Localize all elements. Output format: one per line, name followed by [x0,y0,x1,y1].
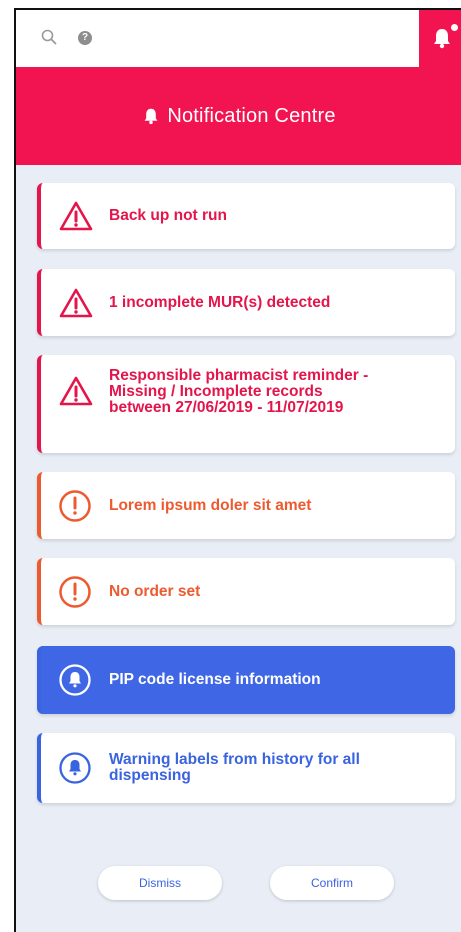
top-bar: ? [16,10,461,67]
dismiss-button[interactable]: Dismiss [98,866,222,900]
confirm-button[interactable]: Confirm [270,866,394,900]
page-title: Notification Centre [167,104,336,127]
bell-circle-icon [59,752,91,784]
warning-triangle-icon [59,201,93,231]
warning-triangle-icon [59,288,93,317]
notification-lorem[interactable]: Lorem ipsum doler sit amet [37,472,455,539]
bell-circle-icon [59,664,91,696]
search-icon[interactable] [40,28,58,46]
warning-triangle-icon [59,376,93,406]
notification-badge [449,22,460,33]
exclamation-circle-icon [59,575,91,608]
notification-backup[interactable]: Back up not run [37,183,455,249]
notification-header: Notification Centre [16,67,461,165]
notifications-tab[interactable] [419,10,461,67]
notification-text: Back up not run [109,207,227,224]
notification-pip-code[interactable]: PIP code license information [37,646,455,714]
notification-text: Lorem ipsum doler sit amet [109,496,312,514]
help-icon[interactable]: ? [78,31,92,45]
app-frame: ? Notification Centre Back up not run 1 … [14,8,461,932]
notification-text: Warning labels from history for all disp… [109,751,360,784]
notification-text: Responsible pharmacist reminder - Missin… [109,367,369,416]
notification-pharmacist[interactable]: Responsible pharmacist reminder - Missin… [37,355,455,453]
notification-mur[interactable]: 1 incomplete MUR(s) detected [37,269,455,336]
notification-text: PIP code license information [109,671,321,688]
notification-warning-labels[interactable]: Warning labels from history for all disp… [37,733,455,803]
notification-text: 1 incomplete MUR(s) detected [109,293,331,311]
exclamation-circle-icon [59,489,91,522]
notification-order[interactable]: No order set [37,558,455,625]
notification-text: No order set [109,582,201,600]
bell-icon [144,108,158,125]
